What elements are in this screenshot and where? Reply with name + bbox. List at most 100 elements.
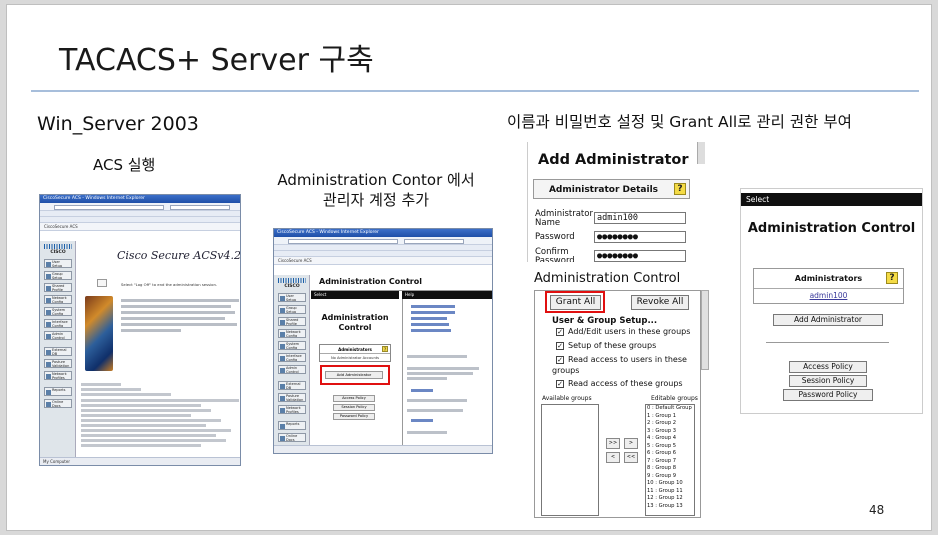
- admin-details-label: Administrator Details: [548, 185, 659, 195]
- nav-network-config: Network Config: [44, 295, 72, 304]
- editable-groups-list[interactable]: 0 : Default Group 1 : Group 1 2 : Group …: [645, 404, 695, 516]
- text-line: [407, 367, 479, 370]
- revoke-all-button[interactable]: Revoke All: [631, 295, 689, 310]
- add-administrator-screenshot: Add Administrator Administrator Details …: [527, 142, 705, 262]
- text-line: [81, 393, 171, 396]
- col1-subheading: ACS 실행: [93, 156, 156, 174]
- list-item[interactable]: 4 : Group 4: [646, 435, 694, 443]
- text-line: [81, 409, 211, 412]
- move-right-button[interactable]: >: [624, 438, 638, 449]
- help-icon: ?: [382, 346, 388, 352]
- text-line: [81, 419, 221, 422]
- text-line: [81, 388, 141, 391]
- help-icon[interactable]: ?: [886, 272, 898, 284]
- available-groups-list[interactable]: [541, 404, 599, 516]
- list-item[interactable]: 7 : Group 7: [646, 458, 694, 466]
- acs-brand: Cisco Secure ACSv4.2: [117, 249, 241, 262]
- available-groups-label: Available groups: [542, 395, 592, 402]
- check-label: groups: [552, 366, 580, 375]
- nav-profiles: Network Profiles: [44, 371, 72, 380]
- col2-heading-line2: 관리자 계정 추가: [322, 191, 430, 209]
- admin-details-header: Administrator Details ?: [533, 179, 690, 199]
- table-row: No Administrator Accounts: [330, 356, 380, 360]
- admin-name-input[interactable]: admin100: [594, 212, 686, 224]
- text-line: [407, 431, 447, 434]
- text-line: [81, 399, 239, 402]
- text-line: [81, 434, 216, 437]
- address-bar: [40, 203, 240, 211]
- administrators-table: Administrators ? No Administrator Accoun…: [319, 344, 391, 362]
- move-left-button[interactable]: <: [606, 452, 620, 463]
- list-item[interactable]: 12 : Group 12: [646, 495, 694, 503]
- nav-user-setup: User Setup: [278, 293, 306, 302]
- list-item[interactable]: 3 : Group 3: [646, 428, 694, 436]
- table-header: Administrators: [754, 269, 903, 289]
- browser-tab: CiscoSecure ACS: [274, 257, 492, 265]
- checkbox-setup[interactable]: ✓: [556, 342, 564, 350]
- nav-shared-profile: Shared Profile: [44, 283, 72, 292]
- password-policy-button[interactable]: Password Policy: [333, 413, 375, 420]
- nav-admin-control: Admin Control: [278, 365, 306, 374]
- nav-docs: Online Docs: [44, 399, 72, 408]
- help-icon[interactable]: ?: [674, 183, 686, 195]
- checkbox-add-edit[interactable]: ✓: [556, 328, 564, 336]
- list-item[interactable]: 6 : Group 6: [646, 450, 694, 458]
- session-policy-button[interactable]: Session Policy: [789, 375, 867, 387]
- list-item[interactable]: 11 : Group 11: [646, 488, 694, 496]
- confirm-password-input[interactable]: ●●●●●●●●: [594, 250, 686, 262]
- user-group-setup-heading: User & Group Setup...: [552, 316, 658, 326]
- help-link: [411, 329, 451, 332]
- list-item[interactable]: 2 : Group 2: [646, 420, 694, 428]
- password-policy-button[interactable]: Password Policy: [783, 389, 873, 401]
- list-item[interactable]: 13 : Group 13: [646, 503, 694, 511]
- checkbox-read-users[interactable]: ✓: [556, 356, 564, 364]
- access-policy-button[interactable]: Access Policy: [333, 395, 375, 402]
- nav-external-db: External DB: [278, 381, 306, 390]
- move-all-left-button[interactable]: <<: [624, 452, 638, 463]
- move-all-right-button[interactable]: >>: [606, 438, 620, 449]
- address-bar: [274, 237, 492, 245]
- text-line: [407, 377, 447, 380]
- text-line: [121, 329, 181, 332]
- acs-sidebar: CISCO User Setup Group Setup Shared Prof…: [274, 275, 310, 445]
- list-item[interactable]: 9 : Group 9: [646, 473, 694, 481]
- nav-group-setup: Group Setup: [44, 271, 72, 280]
- nav-group-setup: Group Setup: [278, 305, 306, 314]
- text-line: [121, 311, 235, 314]
- slide-title: TACACS+ Server 구축: [59, 43, 374, 78]
- text-line: [407, 409, 463, 412]
- session-policy-button[interactable]: Session Policy: [333, 404, 375, 411]
- list-item[interactable]: 8 : Group 8: [646, 465, 694, 473]
- access-policy-button[interactable]: Access Policy: [789, 361, 867, 373]
- text-line: [81, 414, 191, 417]
- help-link: [411, 305, 455, 308]
- text-line: [81, 383, 121, 386]
- administrators-table: Administrators ? admin100: [753, 268, 904, 304]
- check-label: Add/Edit users in these groups: [568, 327, 691, 336]
- list-item[interactable]: 5 : Group 5: [646, 443, 694, 451]
- admin-row-link[interactable]: admin100: [754, 289, 903, 303]
- cisco-logo: CISCO: [44, 244, 72, 255]
- col1-heading: Win_Server 2003: [37, 113, 199, 135]
- scrollbar[interactable]: [697, 142, 705, 164]
- list-item[interactable]: 1 : Group 1: [646, 413, 694, 421]
- nav-posture: Posture Validation: [44, 359, 72, 368]
- checkbox-read-groups[interactable]: ✓: [556, 380, 564, 388]
- admin-control-title: Administration Control: [534, 271, 681, 286]
- list-item[interactable]: 0 : Default Group: [646, 405, 694, 413]
- name-label: Administrator Name: [535, 209, 593, 228]
- scrollbar[interactable]: [701, 290, 709, 370]
- text-line: [81, 444, 201, 447]
- help-bar: Help: [402, 291, 492, 299]
- check-label: Read access of these groups: [568, 379, 683, 388]
- confirm-password-label: Confirm Password: [535, 247, 575, 263]
- table-header: Administrators: [320, 345, 390, 354]
- status-bar: [274, 445, 492, 453]
- add-administrator-button[interactable]: Add Administrator: [773, 314, 883, 326]
- text-line: [81, 404, 201, 407]
- list-item[interactable]: 10 : Group 10: [646, 480, 694, 488]
- password-input[interactable]: ●●●●●●●●: [594, 231, 686, 243]
- grant-all-screenshot: Administration Control Grant All Revoke …: [527, 268, 711, 518]
- panel-title: Administration Control: [321, 313, 389, 332]
- text-line: [121, 305, 231, 308]
